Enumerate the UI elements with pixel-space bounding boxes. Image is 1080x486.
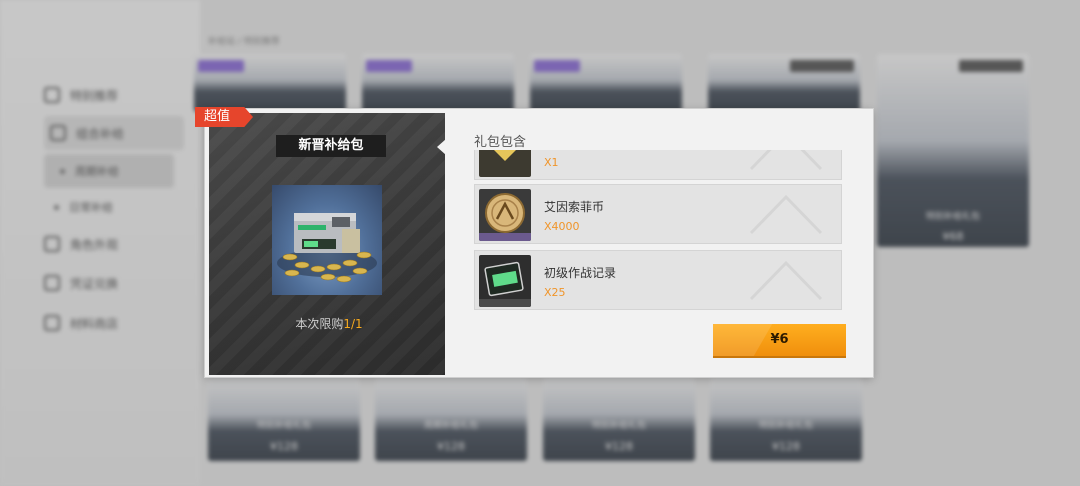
item-name: 初级作战记录 <box>544 266 617 280</box>
item-quantity: X25 <box>544 286 566 299</box>
coin-icon <box>479 189 531 241</box>
item-quantity: X1 <box>544 156 559 169</box>
pack-detail-dialog: 新晋补给包 本次限购1/1 超值 礼包包含 X1 艾因索菲币 X4000 初级作… <box>195 107 873 377</box>
list-item[interactable]: X1 <box>474 150 842 180</box>
contents-title: 礼包包含 <box>474 135 527 150</box>
purchase-limit-label: 本次限购 <box>295 317 344 331</box>
value-badge: 超值 <box>195 107 253 127</box>
pack-image <box>272 185 382 295</box>
item-name: 艾因索菲币 <box>544 200 605 214</box>
contents-list[interactable]: X1 艾因索菲币 X4000 初级作战记录 X25 <box>474 150 842 311</box>
item-decoration <box>749 194 823 235</box>
item-decoration <box>749 260 823 301</box>
list-item[interactable]: 初级作战记录 X25 <box>474 250 842 310</box>
gem-ticket-icon <box>479 150 531 177</box>
pack-title: 新晋补给包 <box>276 135 386 157</box>
buy-button-price: ¥6 <box>770 332 789 347</box>
exp-card-icon <box>479 255 531 307</box>
supply-case-icon <box>277 213 377 283</box>
list-item[interactable]: 艾因索菲币 X4000 <box>474 184 842 244</box>
pack-preview-panel: 新晋补给包 本次限购1/1 <box>209 113 445 375</box>
item-decoration <box>749 150 823 171</box>
item-quantity: X4000 <box>544 220 580 233</box>
purchase-limit: 本次限购1/1 <box>209 315 449 332</box>
panel-pointer <box>437 139 446 155</box>
purchase-limit-count: 1/1 <box>343 317 363 331</box>
buy-button[interactable]: ¥6 <box>713 324 846 356</box>
